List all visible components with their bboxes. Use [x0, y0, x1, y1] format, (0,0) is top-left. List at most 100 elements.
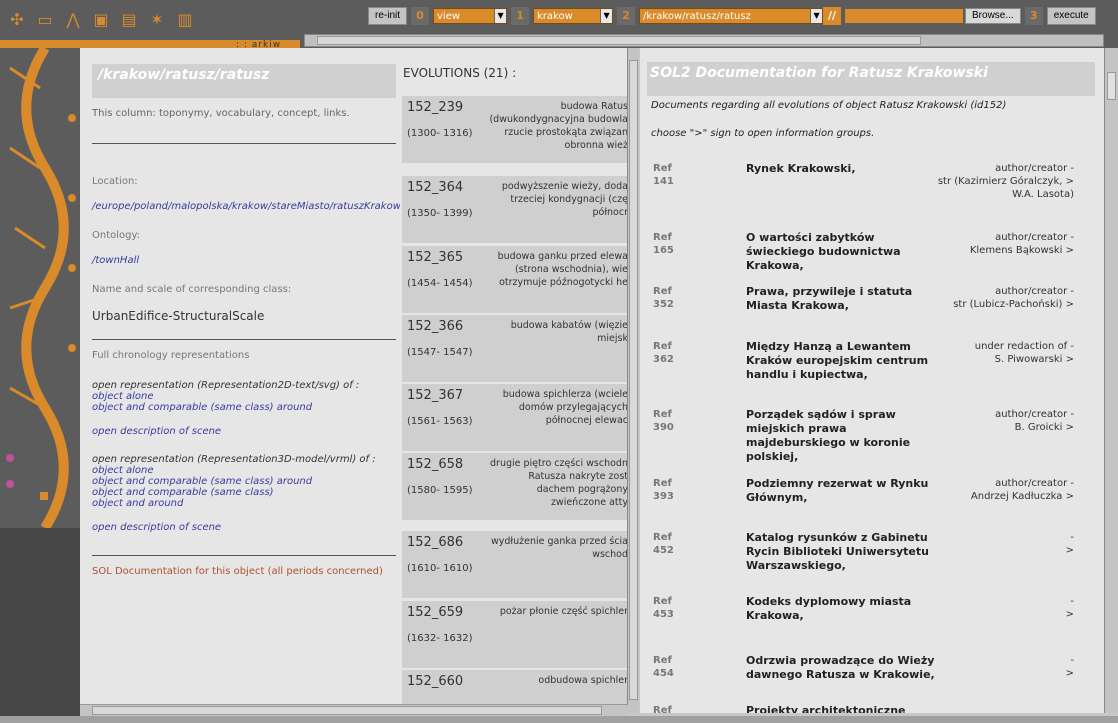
author-line: >: [1065, 609, 1074, 620]
view-select[interactable]: view ▼: [433, 8, 508, 24]
reference-author[interactable]: under redaction of - S. Piwowarski >: [914, 340, 1074, 366]
reference-author[interactable]: author/creator - str (Kazimierz Góralczyk…: [914, 162, 1074, 201]
reinit-button[interactable]: re-init: [368, 7, 408, 25]
network-icon[interactable]: ✣: [6, 9, 28, 31]
slashes: //: [823, 7, 842, 25]
evolution-id[interactable]: 152_365: [407, 250, 463, 265]
evolution-item[interactable]: 152_659 (1632- 1632) pożar płonie część …: [402, 601, 628, 668]
reference-author[interactable]: author/creator - B. Groicki >: [914, 408, 1074, 434]
sol-documentation-link[interactable]: SOL Documentation for this object (all p…: [92, 566, 396, 577]
rep2d-scene-link[interactable]: open description of scene: [92, 426, 396, 437]
rep3d-scene-link[interactable]: open description of scene: [92, 522, 396, 533]
rep3d-link-alone[interactable]: object alone: [92, 465, 396, 476]
author-line: -: [1070, 655, 1074, 666]
class-value: UrbanEdifice-StructuralScale: [92, 309, 265, 323]
reference-author[interactable]: - >: [914, 654, 1074, 680]
ontology-link[interactable]: /townHall: [92, 255, 396, 266]
divider: [92, 555, 396, 556]
evolutions-column: EVOLUTIONS (21) : 152_239 (1300- 1316) b…: [400, 48, 628, 713]
reference-author[interactable]: author/creator - Klemens Bąkowski >: [914, 231, 1074, 257]
author-line: author/creator -: [995, 286, 1074, 297]
tree-icon[interactable]: ✶: [146, 9, 168, 31]
evolution-id[interactable]: 152_659: [407, 605, 463, 620]
reference-author[interactable]: - >: [914, 531, 1074, 557]
description-line: rzucie prostokąta związan: [504, 127, 628, 138]
author-line: >: [1065, 668, 1074, 679]
evolution-id[interactable]: 152_367: [407, 388, 463, 403]
scroll-thumb[interactable]: [317, 36, 921, 45]
evolution-description: podwyższenie wieży, doda trzeciej kondygn…: [482, 180, 628, 219]
description-line: (strona wschodnia), wie: [514, 264, 628, 275]
evolution-item[interactable]: 152_658 (1580- 1595) drugie piętro częśc…: [402, 453, 628, 520]
rep2d-link-alone[interactable]: object alone: [92, 391, 396, 402]
column-intro: This column: toponymy, vocabulary, conce…: [92, 108, 350, 119]
divider: [92, 143, 396, 144]
file-input[interactable]: [845, 9, 964, 23]
scroll-thumb[interactable]: [629, 60, 638, 700]
reference-author[interactable]: author/creator - Andrzej Kadłuczka >: [914, 477, 1074, 503]
evolution-id[interactable]: 152_366: [407, 319, 463, 334]
description-line: północr: [592, 207, 628, 218]
evolutions-scrollbar[interactable]: [627, 48, 639, 713]
description-line: północnej elewac: [545, 415, 628, 426]
horizontal-scrollbar[interactable]: [80, 704, 628, 716]
scroll-thumb[interactable]: [1107, 72, 1116, 100]
top-scrollbar[interactable]: [304, 34, 1104, 47]
evolution-id[interactable]: 152_658: [407, 457, 463, 472]
chevron-down-icon[interactable]: ▼: [494, 9, 507, 23]
evolution-description: odbudowa spichler: [482, 674, 628, 687]
reference-number: Ref 453: [653, 595, 674, 621]
evolution-item[interactable]: 152_364 (1350- 1399) podwyższenie wieży,…: [402, 176, 628, 243]
author-line: B. Groicki >: [1014, 422, 1074, 433]
description-line: (dwukondygnacyjna budowla: [489, 114, 628, 125]
place-select[interactable]: krakow ▼: [533, 8, 614, 24]
ref-label: Ref: [653, 478, 672, 489]
evolutions-title: EVOLUTIONS (21) :: [403, 66, 517, 80]
evolution-years: (1547- 1547): [407, 347, 473, 358]
evolution-id[interactable]: 152_660: [407, 674, 463, 689]
location-link[interactable]: /europe/poland/malopolska/krakow/stareMi…: [92, 201, 408, 212]
author-line: under redaction of -: [974, 341, 1074, 352]
frame-icon[interactable]: ▣: [90, 9, 112, 31]
path-select[interactable]: /krakow/ratusz/ratusz ▼: [639, 8, 824, 24]
scroll-thumb[interactable]: [92, 706, 602, 715]
documentation-scrollbar[interactable]: [1104, 48, 1118, 713]
reference-title: Odrzwia prowadzące do Wieży dawnego Ratu…: [746, 654, 935, 681]
reference-author[interactable]: - >: [914, 595, 1074, 621]
rep3d-link-same[interactable]: object and comparable (same class): [92, 487, 396, 498]
evolution-item[interactable]: 152_686 (1610- 1610) wydłużenie ganka pr…: [402, 531, 628, 598]
description-line: budowa Ratus: [560, 101, 628, 112]
evolution-item[interactable]: 152_365 (1454- 1454) budowa ganku przed …: [402, 246, 628, 313]
rep2d-link-around[interactable]: object and comparable (same class) aroun…: [92, 402, 396, 413]
evolution-id[interactable]: 152_239: [407, 100, 463, 115]
execute-button[interactable]: execute: [1046, 7, 1096, 25]
rep3d-link-around[interactable]: object and comparable (same class) aroun…: [92, 476, 396, 487]
toponymy-column: /krakow/ratusz/ratusz This column: topon…: [80, 48, 408, 713]
ref-num: 362: [653, 354, 674, 365]
description-line: otrzymuje późnogotycki he: [499, 277, 628, 288]
reference-number: Ref 452: [653, 531, 674, 557]
rep3d-link-objaround[interactable]: object and around: [92, 498, 396, 509]
evolution-id[interactable]: 152_364: [407, 180, 463, 195]
author-line: >: [1065, 545, 1074, 556]
chevron-down-icon[interactable]: ▼: [600, 9, 613, 23]
ref-label: Ref: [653, 655, 672, 666]
ref-label: Ref: [653, 705, 672, 713]
evolution-item[interactable]: 152_367 (1561- 1563) budowa spichlerza (…: [402, 384, 628, 451]
chevron-down-icon[interactable]: ▼: [810, 9, 823, 23]
evolution-item[interactable]: 152_366 (1547- 1547) budowa kabatów (wię…: [402, 315, 628, 382]
reference-number: Ref 352: [653, 285, 674, 311]
building-icon[interactable]: ▥: [174, 9, 196, 31]
graph-icon[interactable]: ⋀: [62, 9, 84, 31]
evolution-id[interactable]: 152_686: [407, 535, 463, 550]
documentation-column: SOL2 Documentation for Ratusz Krakowski …: [640, 48, 1105, 713]
reference-title: Porządek sądów i spraw miejskich prawa m…: [746, 408, 911, 463]
monitor-icon[interactable]: ▭: [34, 9, 56, 31]
description-line: budowa ganku przed elewa: [497, 251, 628, 262]
reference-author[interactable]: author/creator - str (Lubicz-Pachoński) >: [914, 285, 1074, 311]
evolution-description: budowa spichlerza (wciele domów przylegaj…: [482, 388, 628, 427]
document-icon[interactable]: ▤: [118, 9, 140, 31]
description-line: budowa kabatów (więzie: [510, 320, 628, 331]
evolution-item[interactable]: 152_239 (1300- 1316) budowa Ratus (dwukon…: [402, 96, 628, 163]
browse-button[interactable]: Browse...: [965, 8, 1021, 24]
